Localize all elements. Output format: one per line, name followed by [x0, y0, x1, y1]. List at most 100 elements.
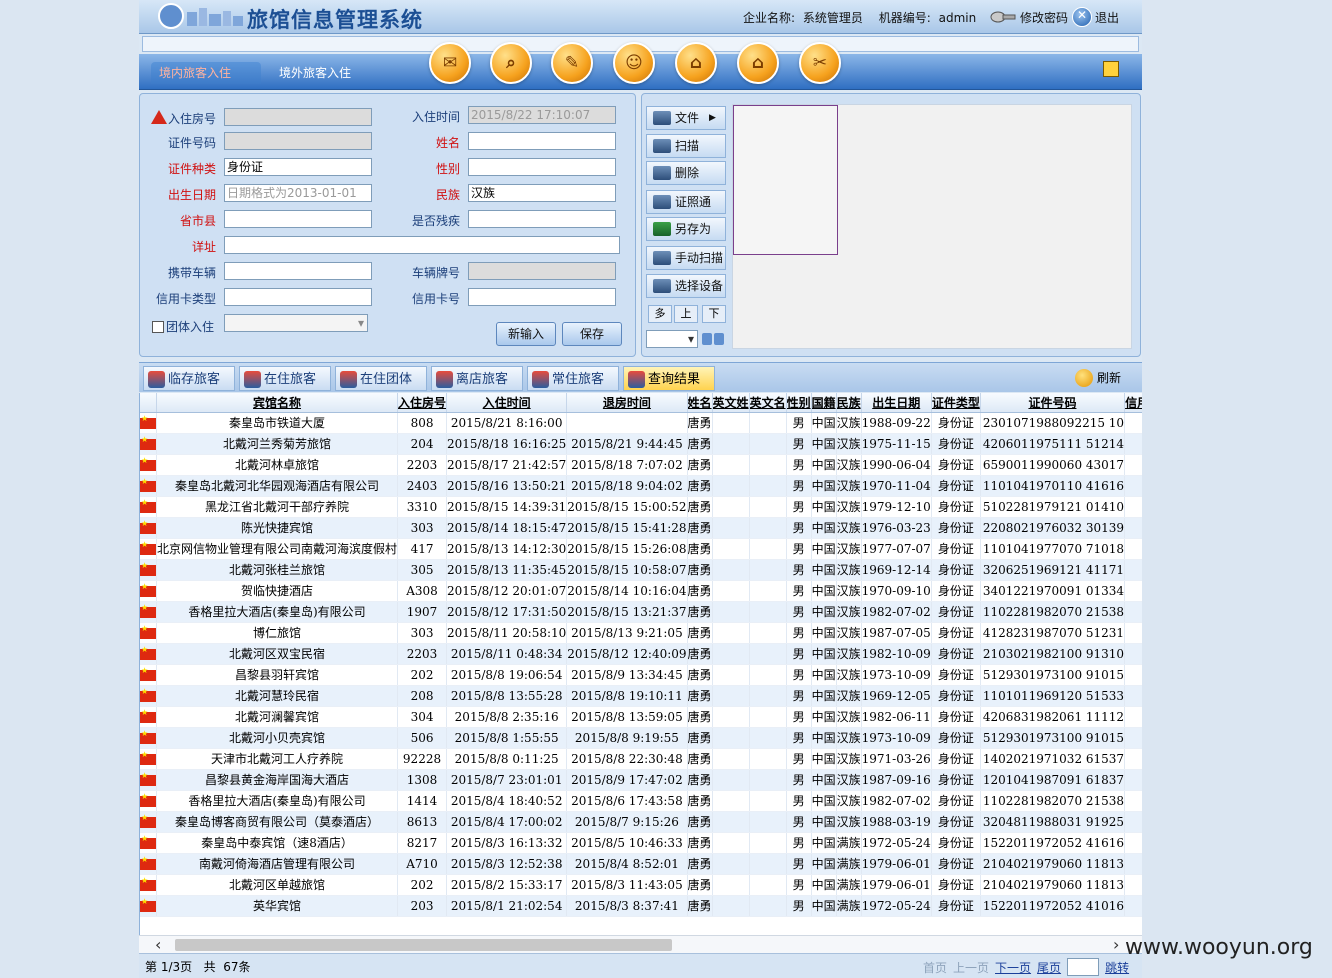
col-room[interactable]: 入住房号 — [397, 393, 448, 413]
tab-staying-guests[interactable]: 在住旅客 — [239, 366, 331, 391]
file-button[interactable]: 文件 ▶ — [646, 106, 726, 130]
col-name[interactable]: 姓名 — [687, 393, 713, 413]
col-en-name[interactable]: 英文名 — [749, 393, 787, 413]
user-icon[interactable]: ☺ — [613, 42, 655, 84]
tab-staying-groups[interactable]: 在住团体 — [335, 366, 427, 391]
id-no-input[interactable] — [224, 132, 372, 150]
table-row[interactable]: 陈光快捷宾馆3032015/8/14 18:15:472015/8/15 15:… — [140, 517, 1142, 539]
table-row[interactable]: 贺临快捷酒店A3082015/8/12 20:01:072015/8/14 10… — [140, 580, 1142, 602]
page-number-input[interactable] — [1067, 958, 1100, 976]
vehicle-input[interactable] — [224, 262, 372, 280]
search-doc-icon[interactable]: ⌕ — [490, 42, 532, 84]
tab-foreign-checkin[interactable]: 境外旅客入住 — [271, 62, 359, 84]
help-icon[interactable] — [1103, 61, 1119, 77]
province-input[interactable] — [224, 210, 372, 228]
table-row[interactable]: 南戴河倚海酒店管理有限公司A7102015/8/3 12:52:382015/8… — [140, 853, 1142, 875]
scroll-thumb[interactable] — [175, 939, 672, 951]
select-device-button[interactable]: 选择设备 — [646, 274, 726, 298]
next-page-link[interactable]: 下一页 — [995, 959, 1031, 976]
birth-input[interactable]: 日期格式为2013-01-01 — [224, 184, 372, 202]
col-card-type[interactable]: 信用卡类 — [1124, 393, 1142, 413]
table-row[interactable]: 昌黎县黄金海岸国海大酒店13082015/8/7 23:01:012015/8/… — [140, 769, 1142, 791]
id-type-input[interactable]: 身份证 — [224, 158, 372, 176]
table-row[interactable]: 英华宾馆2032015/8/1 21:02:542015/8/3 8:37:41… — [140, 895, 1142, 917]
col-ethnicity[interactable]: 民族 — [836, 393, 862, 413]
checkin-time-input[interactable]: 2015/8/22 17:10:07 — [468, 106, 616, 124]
table-row[interactable]: 北戴河兰秀菊芳旅馆2042015/8/18 16:16:252015/8/21 … — [140, 433, 1142, 455]
card-no-input[interactable] — [468, 288, 616, 306]
card-type-input[interactable] — [224, 288, 372, 306]
tab-temp-guests[interactable]: 临存旅客 — [143, 366, 235, 391]
prev-page-link[interactable]: 上一页 — [953, 959, 989, 976]
col-en-surname[interactable]: 英文姓 — [712, 393, 750, 413]
save-as-button[interactable]: 另存为 — [646, 217, 726, 241]
table-row[interactable]: 香格里拉大酒店(秦皇岛)有限公司14142015/8/4 18:40:52201… — [140, 790, 1142, 812]
tools-icon[interactable]: ✂ — [799, 42, 841, 84]
go-page-link[interactable]: 跳转 — [1105, 959, 1129, 976]
save-button[interactable]: 保存 — [562, 322, 622, 346]
zoom-out-icon[interactable] — [714, 333, 724, 345]
disabled-input[interactable] — [468, 210, 616, 228]
scan-button[interactable]: 扫描 — [646, 134, 726, 158]
last-page-link[interactable]: 尾页 — [1037, 959, 1061, 976]
address-input[interactable] — [224, 236, 620, 254]
table-row[interactable]: 昌黎县羽轩宾馆2022015/8/8 19:06:542015/8/9 13:3… — [140, 664, 1142, 686]
col-checkin[interactable]: 入住时间 — [446, 393, 568, 413]
table-row[interactable]: 博仁旅馆3032015/8/11 20:58:102015/8/13 9:21:… — [140, 622, 1142, 644]
zoom-select[interactable]: ▾ — [646, 330, 698, 348]
house-settings-icon[interactable]: ⌂ — [737, 42, 779, 84]
refresh-button[interactable]: 刷新 — [1075, 368, 1121, 388]
gender-input[interactable] — [468, 158, 616, 176]
col-birth[interactable]: 出生日期 — [861, 393, 932, 413]
logout-button[interactable]: ✕ 退出 — [1072, 6, 1119, 28]
change-password-button[interactable]: 修改密码 — [989, 6, 1068, 28]
name-input[interactable] — [468, 132, 616, 150]
new-input-button[interactable]: 新输入 — [496, 322, 556, 346]
clean-icon[interactable]: ✎ — [551, 42, 593, 84]
col-gender[interactable]: 性别 — [786, 393, 812, 413]
table-row[interactable]: 秦皇岛北戴河北华园观海酒店有限公司24032015/8/16 13:50:212… — [140, 475, 1142, 497]
tab-left-guests[interactable]: 离店旅客 — [431, 366, 523, 391]
scroll-left-icon[interactable]: ‹ — [155, 936, 161, 954]
scroll-right-icon[interactable]: › — [1113, 936, 1119, 954]
tab-regular-guests[interactable]: 常住旅客 — [527, 366, 619, 391]
col-checkout[interactable]: 退房时间 — [566, 393, 688, 413]
col-id-type[interactable]: 证件类型 — [931, 393, 981, 413]
manual-scan-button[interactable]: 手动扫描 — [646, 246, 726, 270]
room-no-input[interactable] — [224, 108, 372, 126]
table-row[interactable]: 秦皇岛市铁道大厦8082015/8/21 8:16:00 唐勇 男中国汉族1988-… — [140, 412, 1142, 434]
table-row[interactable]: 北戴河慧玲民宿2082015/8/8 13:55:282015/8/8 19:1… — [140, 685, 1142, 707]
delete-button[interactable]: 删除 — [646, 161, 726, 185]
table-row[interactable]: 北戴河澜馨宾馆3042015/8/8 2:35:162015/8/8 13:59… — [140, 706, 1142, 728]
ethnicity-input[interactable]: 汉族 — [468, 184, 616, 202]
multi-tab[interactable]: 多 — [648, 305, 672, 323]
table-row[interactable]: 北戴河张桂兰旅馆3052015/8/13 11:35:452015/8/15 1… — [140, 559, 1142, 581]
table-row[interactable]: 北京网信物业管理有限公司南戴河海滨度假村4172015/8/13 14:12:3… — [140, 538, 1142, 560]
first-page-link[interactable]: 首页 — [923, 959, 947, 976]
down-tab[interactable]: 下 — [702, 305, 726, 323]
table-row[interactable]: 香格里拉大酒店(秦皇岛)有限公司19072015/8/12 17:31:5020… — [140, 601, 1142, 623]
col-id-no[interactable]: 证件号码 — [980, 393, 1126, 413]
group-checkbox[interactable] — [152, 320, 164, 333]
plate-input[interactable] — [468, 262, 616, 280]
group-select[interactable]: ▾ — [224, 314, 368, 332]
home-icon[interactable]: ⌂ — [675, 42, 717, 84]
zoom-in-icon[interactable] — [702, 333, 712, 345]
id-reader-button[interactable]: 证照通 — [646, 190, 726, 214]
table-row[interactable]: 秦皇岛中泰宾馆（速8酒店）82172015/8/3 16:13:322015/8… — [140, 832, 1142, 854]
col-nationality[interactable]: 国籍 — [811, 393, 837, 413]
table-row[interactable]: 秦皇岛博客商贸有限公司（莫泰酒店）86132015/8/4 17:00:0220… — [140, 811, 1142, 833]
tab-query-results[interactable]: 查询结果 — [623, 366, 715, 391]
table-row[interactable]: 北戴河林卓旅馆22032015/8/17 21:42:572015/8/18 7… — [140, 454, 1142, 476]
table-row[interactable]: 黑龙江省北戴河干部疗养院33102015/8/15 14:39:312015/8… — [140, 496, 1142, 518]
table-row[interactable]: 北戴河区双宝民宿22032015/8/11 0:48:342015/8/12 1… — [140, 643, 1142, 665]
table-row[interactable]: 北戴河小贝壳宾馆5062015/8/8 1:55:552015/8/8 9:19… — [140, 727, 1142, 749]
tab-domestic-checkin[interactable]: 境内旅客入住 — [151, 62, 261, 84]
mail-icon[interactable]: ✉ — [429, 42, 471, 84]
table-row[interactable]: 天津市北戴河工人疗养院922282015/8/8 0:11:252015/8/8… — [140, 748, 1142, 770]
horizontal-scrollbar[interactable]: ‹ › — [139, 935, 1142, 954]
group-checkin[interactable]: 团体入住 — [152, 318, 214, 335]
table-row[interactable]: 北戴河区单越旅馆2022015/8/2 15:33:172015/8/3 11:… — [140, 874, 1142, 896]
col-hotel[interactable]: 宾馆名称 — [156, 393, 399, 413]
up-tab[interactable]: 上 — [674, 305, 698, 323]
